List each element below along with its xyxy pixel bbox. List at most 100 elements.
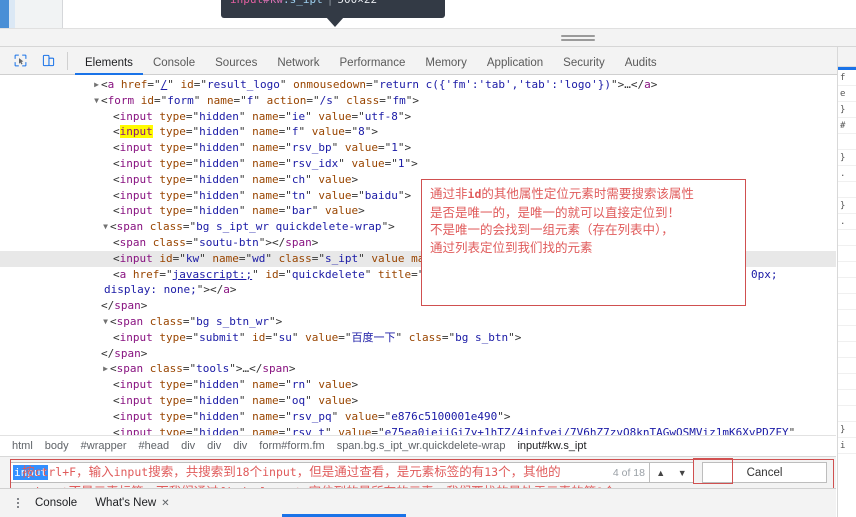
attr-value-id: kw	[185, 251, 200, 265]
tab-elements[interactable]: Elements	[75, 48, 143, 75]
drawer-tab-console[interactable]: Console	[26, 490, 86, 516]
tab-memory[interactable]: Memory	[415, 48, 477, 75]
breadcrumb-item-div-2[interactable]: div	[201, 440, 227, 452]
style-rule-row[interactable]: .	[838, 166, 856, 182]
attr-value-form-class: fm	[392, 93, 406, 107]
console-drawer: Console What's New ✕	[0, 488, 836, 517]
attr-value-id: result_logo	[207, 78, 280, 91]
breadcrumb-item-head[interactable]: #head	[133, 440, 176, 452]
style-rule-row[interactable]	[838, 358, 856, 374]
dom-node[interactable]: ▼ <form id="form" name="f" action="/s" cl…	[0, 93, 836, 109]
breadcrumb-item-form[interactable]: form#form.fm	[253, 440, 330, 452]
style-rule-row[interactable]: }	[838, 198, 856, 214]
style-rule-row[interactable]: e	[838, 86, 856, 102]
attr-value-id: su	[278, 330, 292, 344]
attr-value-value: e75ea0ieiiGi7y+1hTZ/4infvei/7V6hZ7zvQ8kn…	[384, 425, 789, 435]
drag-handle-icon[interactable]	[561, 35, 595, 42]
dom-node[interactable]: <input type="hidden" name="rsv_idx" valu…	[0, 156, 836, 172]
tooltip-tag: input	[230, 0, 263, 6]
dom-node[interactable]: <input type="hidden" name="oq" value>	[0, 393, 836, 409]
style-rule-row[interactable]	[838, 278, 856, 294]
breadcrumb-item-span[interactable]: span.bg.s_ipt_wr.quickdelete-wrap	[331, 440, 512, 452]
tab-performance[interactable]: Performance	[330, 48, 416, 75]
style-rule-row[interactable]	[838, 374, 856, 390]
breadcrumb-item-div-1[interactable]: div	[175, 440, 201, 452]
dom-node[interactable]: <input type="hidden" name="rsv_pq" value…	[0, 409, 836, 425]
dom-node[interactable]: ▶ <span class="tools">…</span>	[0, 361, 836, 377]
tab-security[interactable]: Security	[553, 48, 615, 75]
dom-node[interactable]: <input type="hidden" name="rn" value>	[0, 377, 836, 393]
dom-node[interactable]: <input type="hidden" name="ie" value="ut…	[0, 109, 836, 125]
styles-panel[interactable]: f e } # } . } . } i	[837, 47, 856, 517]
attr-value-type: hidden	[199, 409, 239, 423]
find-bar: input 4 of 18 ▲ ▼ Cancel	[0, 456, 836, 488]
attr-value-value: 百度一下	[351, 330, 396, 344]
style-rule-row[interactable]	[838, 406, 856, 422]
attr-value-value: baidu	[364, 188, 398, 202]
attr-value-href[interactable]: javascript:;	[173, 268, 252, 281]
style-rule-row[interactable]: }	[838, 422, 856, 438]
collapse-arrow-icon[interactable]: ▼	[92, 93, 101, 109]
find-input[interactable]: input 4 of 18	[10, 462, 650, 483]
page-canvas	[63, 0, 856, 28]
attr-value-name: f	[291, 125, 299, 139]
style-rule-row[interactable]	[838, 134, 856, 150]
page-left-edge	[0, 0, 9, 28]
expand-arrow-icon[interactable]: ▶	[92, 77, 101, 93]
breadcrumb-item-input-selected[interactable]: input#kw.s_ipt	[511, 440, 592, 452]
devtools-resize-bar[interactable]	[0, 28, 856, 47]
style-rule-row[interactable]	[838, 262, 856, 278]
style-rule-row[interactable]	[838, 230, 856, 246]
style-rule-row[interactable]	[838, 390, 856, 406]
attr-value-type: submit	[199, 330, 239, 344]
dom-node[interactable]: <input type="hidden" name="f" value="8">	[0, 124, 836, 140]
style-rule-row[interactable]: f	[838, 70, 856, 86]
attr-value-type: hidden	[199, 378, 239, 392]
attr-value-type: hidden	[199, 141, 239, 155]
breadcrumb-item-div-3[interactable]: div	[227, 440, 253, 452]
device-toolbar-icon[interactable]	[37, 50, 59, 72]
style-rule-row[interactable]	[838, 294, 856, 310]
attr-value-form-id: form	[167, 93, 194, 107]
style-rule-row[interactable]: }	[838, 102, 856, 118]
style-rule-row[interactable]: }	[838, 150, 856, 166]
close-icon[interactable]: ✕	[161, 498, 169, 509]
tab-console[interactable]: Console	[143, 48, 205, 75]
tab-network[interactable]: Network	[267, 48, 329, 75]
style-rule-row[interactable]: i	[838, 438, 856, 454]
style-rule-row[interactable]	[838, 182, 856, 198]
dom-node[interactable]: <input type="hidden" name="rsv_t" value=…	[0, 425, 836, 435]
dom-node[interactable]: ▶ <a href="/" id="result_logo" onmousedow…	[0, 77, 836, 93]
style-rule-row[interactable]	[838, 326, 856, 342]
drawer-tab-whats-new[interactable]: What's New	[86, 490, 165, 516]
expand-arrow-icon[interactable]: ▶	[101, 361, 110, 377]
dom-node[interactable]: <input type="submit" id="su" value="百度一下…	[0, 330, 836, 346]
style-rule-row[interactable]	[838, 246, 856, 262]
drawer-more-icon[interactable]	[10, 493, 26, 513]
breadcrumb-item-body[interactable]: body	[39, 440, 75, 452]
style-rule-row[interactable]	[838, 310, 856, 326]
elements-panel[interactable]: ▶ <a href="/" id="result_logo" onmousedow…	[0, 75, 836, 435]
find-query-text[interactable]: input	[13, 465, 49, 480]
find-cancel-button[interactable]: Cancel	[702, 462, 827, 483]
tab-application[interactable]: Application	[477, 48, 553, 75]
style-rule-row[interactable]: #	[838, 118, 856, 134]
dom-node[interactable]: ▼ <span class="bg s_btn_wr">	[0, 314, 836, 330]
attr-value-style-cont: display: none;	[104, 283, 197, 297]
collapse-arrow-icon[interactable]: ▼	[101, 314, 110, 330]
dom-node[interactable]: </span>	[0, 346, 836, 362]
dom-node[interactable]: <input type="hidden" name="rsv_bp" value…	[0, 140, 836, 156]
find-next-button[interactable]: ▼	[672, 468, 694, 478]
style-rule-row[interactable]	[838, 342, 856, 358]
tab-audits[interactable]: Audits	[615, 48, 667, 75]
attr-value-type: hidden	[199, 188, 239, 202]
annotation-text: 的其他属性定位元素时需要搜索该属性	[481, 186, 694, 201]
style-rule-row[interactable]: .	[838, 214, 856, 230]
find-prev-button[interactable]: ▲	[650, 468, 672, 478]
breadcrumb-item-wrapper[interactable]: #wrapper	[75, 440, 133, 452]
tab-sources[interactable]: Sources	[205, 48, 267, 75]
breadcrumb-item-html[interactable]: html	[6, 440, 39, 452]
collapse-arrow-icon[interactable]: ▼	[101, 219, 110, 235]
inspect-element-icon[interactable]	[9, 50, 31, 72]
attr-value-type: hidden	[199, 109, 239, 123]
